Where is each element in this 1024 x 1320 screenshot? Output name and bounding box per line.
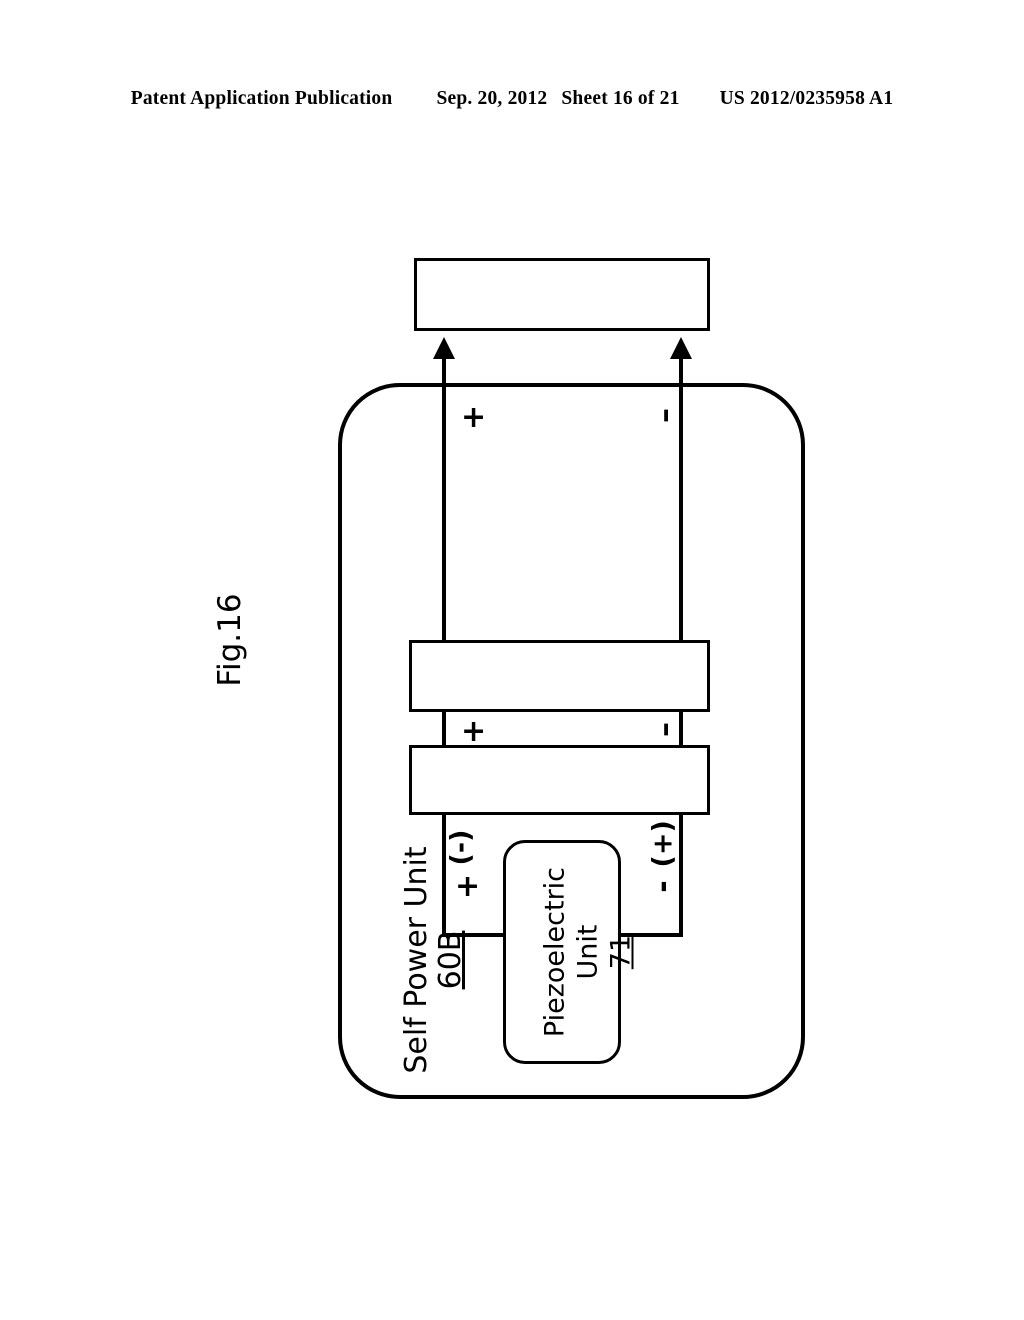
wire-right-negative-rail bbox=[679, 356, 683, 642]
polarity-rectifier-left-sign: + bbox=[455, 869, 481, 904]
control-unit-block bbox=[414, 258, 710, 331]
wire-left-positive-rail bbox=[442, 356, 446, 642]
piezoelectric-unit-ref-number: 71 bbox=[605, 934, 637, 970]
piezoelectric-unit-name-line1: Piezoelectric bbox=[539, 866, 571, 1038]
piezoelectric-unit-name-line2: Unit bbox=[572, 924, 604, 980]
polarity-storage-in-plus: + bbox=[461, 714, 487, 749]
polarity-rectifier-right-paren: (+) bbox=[647, 820, 679, 868]
piezoelectric-unit-label: Piezoelectric Unit 71 bbox=[539, 845, 637, 1060]
figure-16-diagram: Fig.16 Control Unit 61 Self Power Unit60… bbox=[0, 0, 1024, 1320]
rectifier-unit-block bbox=[409, 745, 710, 815]
polarity-rectifier-right-sign: - bbox=[645, 880, 681, 893]
polarity-storage-in-minus: – bbox=[647, 722, 683, 737]
figure-label: Fig.16 bbox=[212, 593, 248, 687]
self-power-unit-name: Self Power Unit bbox=[399, 846, 434, 1074]
polarity-rectifier-left-paren: (-) bbox=[445, 829, 477, 866]
self-power-unit-label: Self Power Unit 60B bbox=[399, 835, 468, 1085]
polarity-storage-out-minus: – bbox=[647, 408, 683, 423]
polarity-storage-out-plus: + bbox=[461, 400, 487, 435]
wire-storage-to-rectifier-left bbox=[442, 710, 446, 748]
arrow-up-right-icon bbox=[670, 337, 692, 359]
arrow-up-left-icon bbox=[433, 337, 455, 359]
electric-energy-storage-block bbox=[409, 640, 710, 712]
